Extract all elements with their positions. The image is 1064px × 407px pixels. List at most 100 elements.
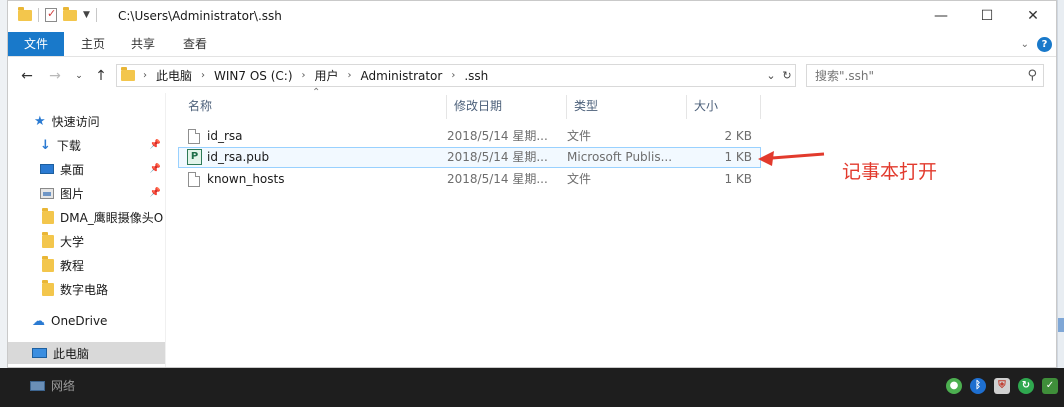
wechat-icon[interactable]: ● — [946, 378, 962, 394]
sidebar-item-network[interactable]: 网络 — [30, 377, 75, 394]
folder-icon[interactable] — [18, 6, 32, 21]
search-input[interactable] — [815, 69, 1015, 83]
folder-icon — [42, 279, 54, 296]
help-icon[interactable]: ? — [1037, 37, 1052, 52]
address-bar[interactable]: › 此电脑 › WIN7 OS (C:) › 用户 › Administrato… — [116, 64, 796, 87]
sidebar-item-label: OneDrive — [51, 314, 108, 328]
toolbar-separator — [95, 8, 97, 22]
taskbar: 网络 ● ᛒ ⛨ ↻ ✓ — [0, 368, 1064, 407]
column-divider[interactable] — [686, 95, 687, 119]
sidebar-item-label: 图片 — [60, 186, 85, 201]
update-icon[interactable]: ↻ — [1018, 378, 1034, 394]
chevron-right-icon[interactable]: › — [302, 70, 306, 81]
tab-home[interactable]: 主页 — [72, 32, 114, 56]
up-arrow-icon[interactable]: ↑ — [90, 65, 112, 87]
quick-access-toolbar: ▼ — [18, 6, 97, 22]
recent-locations-icon[interactable]: ⌄ — [68, 65, 90, 87]
background-window-edge — [1057, 0, 1064, 368]
sidebar-item-onedrive[interactable]: ☁ OneDrive — [8, 310, 165, 332]
column-header-size[interactable]: 大小 — [688, 93, 758, 119]
address-bar-tail: ⌄ ↻ — [763, 65, 795, 86]
folder-icon — [42, 255, 54, 272]
file-list: ⌃ 名称 修改日期 类型 大小 id_rsa 2018/5/14 星期... 文… — [178, 87, 778, 367]
folder-icon — [121, 67, 135, 81]
sidebar-item-label: 桌面 — [60, 162, 85, 177]
breadcrumb-users[interactable]: 用户 — [315, 67, 339, 84]
breadcrumb-ssh[interactable]: .ssh — [464, 69, 488, 83]
table-row-selected[interactable]: P id_rsa.pub 2018/5/14 星期... Microsoft P… — [178, 147, 761, 168]
forward-arrow-icon[interactable]: → — [44, 65, 66, 87]
maximize-button[interactable]: ☐ — [964, 1, 1010, 31]
sidebar-item-pictures[interactable]: 图片 📌 — [8, 182, 165, 204]
file-date: 2018/5/14 星期... — [447, 172, 548, 186]
properties-icon[interactable] — [45, 7, 57, 22]
refresh-icon[interactable]: ↻ — [779, 69, 795, 82]
sidebar-item-quick-access[interactable]: ★ 快速访问 — [8, 110, 165, 132]
sidebar-item-dma-folder[interactable]: DMA_鹰眼摄像头O — [8, 206, 165, 228]
close-button[interactable]: ✕ — [1010, 1, 1056, 31]
sidebar-item-label: 快速访问 — [51, 114, 100, 129]
toolbar-separator — [38, 8, 39, 22]
sidebar-item-tutorials[interactable]: 教程 — [8, 254, 165, 276]
desktop-icon — [40, 164, 54, 174]
ribbon-right-controls: ⌄ ? — [1021, 37, 1052, 52]
download-icon: ↓ — [40, 137, 51, 153]
table-row[interactable]: id_rsa 2018/5/14 星期... 文件 2 KB — [178, 126, 761, 147]
sidebar-item-label: 教程 — [60, 258, 85, 273]
pin-icon[interactable]: 📌 — [150, 140, 161, 150]
breadcrumb-drive-c[interactable]: WIN7 OS (C:) — [214, 69, 293, 83]
sidebar-item-label: 此电脑 — [53, 346, 90, 361]
pin-icon[interactable]: 📌 — [150, 164, 161, 174]
column-divider[interactable] — [566, 95, 567, 119]
file-icon — [188, 172, 200, 187]
antivirus-shield-icon[interactable]: ✓ — [1042, 378, 1058, 394]
breadcrumb-administrator[interactable]: Administrator — [361, 69, 443, 83]
sidebar-item-label: 下载 — [56, 138, 81, 153]
file-name: id_rsa — [207, 129, 243, 143]
column-divider[interactable] — [760, 95, 761, 119]
folder-icon — [42, 207, 54, 224]
folder-icon — [42, 231, 54, 248]
background-window-edge — [0, 0, 7, 368]
sidebar-item-label: 大学 — [60, 234, 85, 249]
sidebar-item-university[interactable]: 大学 — [8, 230, 165, 252]
chevron-right-icon[interactable]: › — [348, 70, 352, 81]
minimize-button[interactable]: — — [918, 1, 964, 31]
sidebar-item-desktop[interactable]: 桌面 📌 — [8, 158, 165, 180]
this-pc-icon — [32, 348, 47, 358]
sidebar-item-this-pc[interactable]: 此电脑 — [8, 342, 165, 364]
chevron-down-icon[interactable]: ⌄ — [763, 69, 779, 82]
column-header-name[interactable]: 名称 — [182, 93, 444, 119]
chevron-right-icon[interactable]: › — [143, 70, 147, 81]
title-bar: ▼ C:\Users\Administrator\.ssh — ☐ ✕ — [8, 1, 1056, 32]
search-box[interactable]: ⚲ — [806, 64, 1044, 87]
column-header-date[interactable]: 修改日期 — [448, 93, 566, 119]
back-arrow-icon[interactable]: ← — [16, 65, 38, 87]
pane-divider[interactable] — [165, 93, 166, 367]
tab-share[interactable]: 共享 — [122, 32, 164, 56]
expand-ribbon-icon[interactable]: ⌄ — [1021, 39, 1029, 50]
annotation-arrow — [758, 151, 825, 166]
sidebar-item-downloads[interactable]: ↓ 下载 📌 — [8, 134, 165, 156]
security-shield-icon[interactable]: ⛨ — [994, 378, 1010, 394]
pin-icon[interactable]: 📌 — [150, 188, 161, 198]
search-icon[interactable]: ⚲ — [1027, 68, 1037, 83]
file-name: known_hosts — [207, 172, 285, 186]
sidebar-item-digital-circuits[interactable]: 数字电路 — [8, 278, 165, 300]
column-header-type[interactable]: 类型 — [568, 93, 686, 119]
file-size: 2 KB — [724, 129, 752, 143]
new-folder-icon[interactable] — [63, 6, 77, 21]
file-date: 2018/5/14 星期... — [447, 150, 548, 164]
customize-toolbar-icon[interactable]: ▼ — [83, 10, 90, 20]
navigation-pane: ★ 快速访问 ↓ 下载 📌 桌面 📌 图片 📌 DMA_鹰眼摄像头O 大学 教程… — [8, 93, 165, 367]
bluetooth-icon[interactable]: ᛒ — [970, 378, 986, 394]
file-type: 文件 — [567, 172, 592, 186]
chevron-right-icon[interactable]: › — [451, 70, 455, 81]
tab-file[interactable]: 文件 — [8, 32, 64, 56]
breadcrumb-this-pc[interactable]: 此电脑 — [156, 67, 192, 84]
table-row[interactable]: known_hosts 2018/5/14 星期... 文件 1 KB — [178, 169, 761, 190]
star-icon: ★ — [34, 113, 46, 129]
chevron-right-icon[interactable]: › — [201, 70, 205, 81]
tab-view[interactable]: 查看 — [174, 32, 216, 56]
column-divider[interactable] — [446, 95, 447, 119]
